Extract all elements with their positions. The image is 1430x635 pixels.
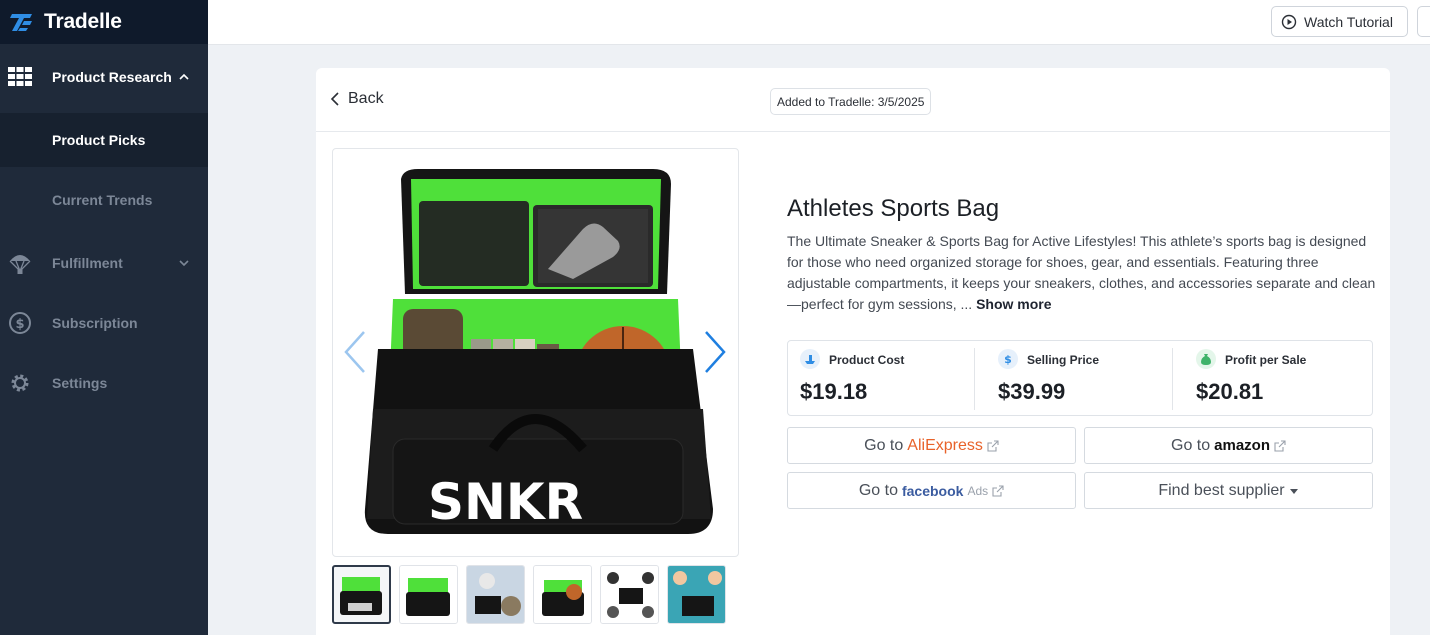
sidebar-item-subscription[interactable]: $ Subscription	[0, 304, 208, 342]
watch-tutorial-label: Watch Tutorial	[1304, 13, 1393, 30]
chevron-down-icon	[179, 260, 189, 267]
external-link-icon	[987, 439, 999, 452]
card-header: Back Added to Tradelle: 3/5/2025	[316, 68, 1390, 132]
stat-value: $39.99	[998, 379, 1066, 404]
facebook-ads-label: Ads	[967, 483, 989, 498]
brand-name: Tradelle	[44, 10, 122, 33]
grid-icon	[8, 65, 32, 89]
previous-image-arrow[interactable]	[342, 330, 368, 374]
stat-profit-per-sale: Profit per Sale $20.81	[1184, 341, 1370, 417]
sidebar-item-label: Product Research	[52, 69, 172, 85]
caret-down-icon	[1289, 488, 1298, 494]
sidebar-item-label: Fulfillment	[52, 255, 123, 271]
sidebar-item-product-picks[interactable]: Product Picks	[0, 113, 208, 167]
sidebar-item-current-trends[interactable]: Current Trends	[0, 181, 208, 219]
sidebar-item-product-research[interactable]: Product Research	[0, 58, 208, 96]
thumbnail-4[interactable]	[533, 565, 592, 624]
stat-label: Profit per Sale	[1225, 353, 1307, 367]
thumbnail-2[interactable]	[399, 565, 458, 624]
sports-bag-image: SNKR	[364, 169, 713, 534]
back-button[interactable]: Back	[330, 90, 384, 108]
tradelle-logo-icon	[10, 14, 32, 31]
go-to-amazon-button[interactable]: Go to amazon	[1084, 427, 1373, 464]
thumbnail-6[interactable]	[667, 565, 726, 624]
chevron-up-icon	[179, 73, 189, 80]
aliexpress-logo: AliExpress	[907, 436, 983, 454]
top-bar: Watch Tutorial	[208, 0, 1430, 45]
external-link-icon	[1274, 439, 1286, 452]
sidebar-item-fulfillment[interactable]: Fulfillment	[0, 244, 208, 282]
product-description: The Ultimate Sneaker & Sports Bag for Ac…	[787, 231, 1377, 315]
chevron-left-icon	[330, 92, 339, 106]
stat-label: Product Cost	[829, 353, 905, 367]
sidebar-item-label: Current Trends	[52, 192, 153, 208]
external-link-icon	[992, 484, 1004, 497]
stat-divider	[1172, 348, 1173, 410]
show-more-link[interactable]: Show more	[976, 296, 1051, 312]
facebook-logo: facebook	[901, 482, 964, 499]
go-to-label: Go to	[858, 481, 898, 499]
sidebar-item-settings[interactable]: Settings	[0, 364, 208, 402]
stat-selling-price: $ Selling Price $39.99	[986, 341, 1172, 417]
sidebar-item-label: Settings	[52, 375, 108, 391]
back-label: Back	[348, 90, 384, 107]
svg-text:$: $	[1004, 353, 1012, 366]
find-supplier-label: Find best supplier	[1158, 481, 1285, 499]
svg-text:SNKR: SNKR	[428, 473, 583, 531]
description-text: The Ultimate Sneaker & Sports Bag for Ac…	[787, 233, 1376, 312]
product-card: Back Added to Tradelle: 3/5/2025 SNKR At…	[316, 68, 1390, 635]
thumbnail-strip	[332, 565, 726, 624]
added-date-badge: Added to Tradelle: 3/5/2025	[770, 88, 932, 115]
find-best-supplier-dropdown[interactable]: Find best supplier	[1084, 472, 1373, 509]
thumbnail-3[interactable]	[466, 565, 525, 624]
sidebar-item-label: Product Picks	[52, 132, 146, 148]
play-circle-icon	[1281, 14, 1297, 29]
price-tag-icon: $	[998, 349, 1018, 369]
svg-text:$: $	[15, 317, 24, 332]
ship-icon	[800, 349, 820, 369]
go-to-label: Go to	[1171, 436, 1211, 454]
product-main-image[interactable]: SNKR	[332, 148, 739, 557]
money-bag-icon	[1196, 349, 1216, 369]
go-to-aliexpress-button[interactable]: Go to AliExpress	[787, 427, 1076, 464]
stat-value: $19.18	[800, 379, 868, 404]
next-image-arrow[interactable]	[702, 330, 728, 374]
notification-button[interactable]	[1417, 6, 1430, 37]
thumbnail-1[interactable]	[332, 565, 391, 624]
sidebar: Tradelle Product Research Product Picks …	[0, 0, 208, 635]
dollar-icon: $	[8, 311, 32, 335]
stat-label: Selling Price	[1027, 353, 1100, 367]
thumbnail-5[interactable]	[600, 565, 659, 624]
product-title: Athletes Sports Bag	[787, 195, 1000, 222]
watch-tutorial-button[interactable]: Watch Tutorial	[1271, 6, 1408, 37]
go-to-label: Go to	[864, 436, 904, 454]
gear-icon	[8, 371, 32, 395]
stat-product-cost: Product Cost $19.18	[788, 341, 974, 417]
amazon-logo: amazon	[1214, 437, 1270, 454]
price-stats-panel: Product Cost $19.18 $ Selling Price $39.…	[787, 340, 1373, 416]
stat-value: $20.81	[1196, 379, 1264, 404]
stat-divider	[974, 348, 975, 410]
sidebar-item-label: Subscription	[52, 315, 138, 331]
brand-header[interactable]: Tradelle	[0, 0, 208, 44]
parachute-icon	[8, 251, 32, 275]
go-to-facebook-ads-button[interactable]: Go to facebook Ads	[787, 472, 1076, 509]
